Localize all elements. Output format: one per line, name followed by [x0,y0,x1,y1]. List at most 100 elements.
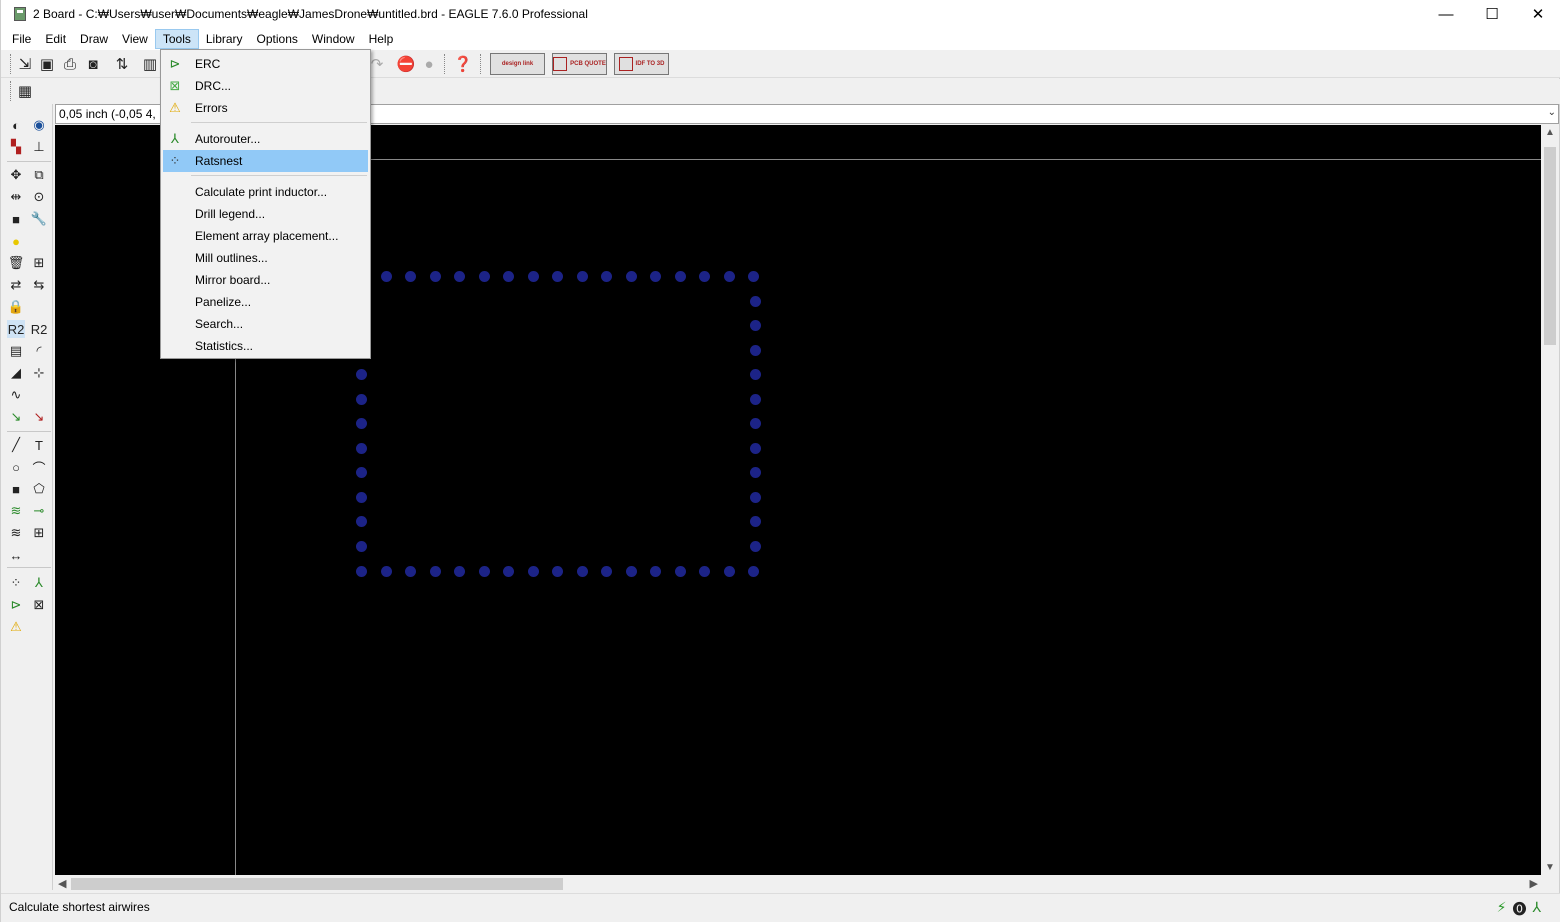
pad[interactable] [478,271,490,282]
miter-icon[interactable]: ◜ [30,342,48,360]
pad[interactable] [650,566,661,577]
cam-icon[interactable]: ◙ [83,54,103,74]
ripup-icon[interactable]: ↘ [30,408,48,426]
delete-icon[interactable]: 🗑 [7,254,25,272]
pad[interactable] [748,566,759,577]
dimension-icon[interactable]: ↔ [7,546,25,564]
rectangle-icon[interactable]: ■ [7,480,25,498]
menu-file[interactable]: File [5,29,38,49]
menu-view[interactable]: View [115,29,155,49]
pad[interactable] [552,566,563,577]
pad[interactable] [576,271,588,282]
pad[interactable] [723,271,735,282]
pad[interactable] [748,271,759,282]
copy-icon[interactable]: ⧉ [30,166,48,184]
pad[interactable] [478,566,490,577]
pad[interactable] [503,271,514,282]
mirror-icon[interactable]: ⇹ [7,188,25,206]
idf-to-3d-button[interactable]: IDF TO 3D [614,53,669,75]
menu-item-calculate-print-inductor[interactable]: Calculate print inductor... [163,181,368,203]
autorouter-status-icon[interactable]: ⅄ [1532,899,1541,919]
pad[interactable] [750,442,761,454]
menu-library[interactable]: Library [199,29,250,49]
toolbar-grip[interactable] [480,54,483,74]
pad[interactable] [674,271,686,282]
attribute-icon[interactable]: ⊞ [30,524,48,542]
polygon-icon[interactable]: ⬠ [30,480,48,498]
change-icon[interactable]: 🔧 [30,210,48,228]
toolbar-grip[interactable] [10,54,13,74]
pad[interactable] [454,271,465,282]
pad[interactable] [601,271,612,282]
pad[interactable] [356,566,367,577]
pad[interactable] [601,566,612,577]
print-icon[interactable]: ⎙ [60,54,80,74]
pad[interactable] [552,271,563,282]
pad[interactable] [356,418,367,429]
toolbar-grip[interactable] [10,81,13,101]
pcb-quote-button[interactable]: PCB QUOTE [552,53,607,75]
autorouter-tool-icon[interactable]: ⅄ [30,574,48,592]
replace-icon[interactable]: ⇄ [7,276,25,294]
pad[interactable] [527,566,539,577]
menu-item-mill-outlines[interactable]: Mill outlines... [163,247,368,269]
pad[interactable] [429,271,441,282]
menu-tools[interactable]: Tools [154,29,199,49]
pad[interactable] [429,566,441,577]
errors-tool-icon[interactable]: ⚠ [7,618,25,636]
circle-icon[interactable]: ○ [7,458,25,476]
pad[interactable] [356,540,367,552]
wire-icon[interactable]: ╱ [7,436,25,454]
add-icon[interactable]: ⊞ [30,254,48,272]
hole-icon[interactable]: ≋ [7,524,25,542]
go-icon[interactable]: ● [419,54,439,74]
layers-icon[interactable]: ▚ [7,138,25,156]
pad[interactable] [674,566,686,577]
erc-tool-icon[interactable]: ⊳ [7,596,25,614]
menu-draw[interactable]: Draw [73,29,115,49]
minimize-button[interactable]: — [1423,0,1469,28]
arc-icon[interactable]: ⌒ [30,458,48,476]
menu-item-search[interactable]: Search... [163,313,368,335]
pad[interactable] [527,271,539,282]
ratsnest-tool-icon[interactable]: ⁘ [7,574,25,592]
help-icon[interactable]: ❓ [453,54,473,74]
lock-icon[interactable]: 🔒 [7,298,25,316]
pad[interactable] [405,271,416,282]
horizontal-scroll-thumb[interactable] [71,878,563,890]
pad[interactable] [750,418,761,429]
vertical-scrollbar[interactable]: ▲ ▼ [1541,125,1559,875]
pad[interactable] [356,467,367,478]
pad[interactable] [750,295,761,307]
pad[interactable] [380,566,392,577]
scroll-down-icon[interactable]: ▼ [1545,862,1555,873]
menu-window[interactable]: Window [305,29,362,49]
menu-item-drill-legend[interactable]: Drill legend... [163,203,368,225]
menu-item-autorouter[interactable]: ⅄ Autorouter... [163,128,368,150]
chevron-down-icon[interactable]: ⌄ [1548,107,1556,118]
text-icon[interactable]: T [30,436,48,454]
via-icon[interactable]: ≋ [7,502,25,520]
pad[interactable] [750,344,761,356]
script-icon[interactable]: ▥ [140,54,160,74]
menu-item-errors[interactable]: ⚠ Errors [163,97,368,119]
value-icon[interactable]: R2 [30,320,48,338]
menu-item-erc[interactable]: ⊳ ERC [163,53,368,75]
pad[interactable] [699,271,710,282]
signal-icon[interactable]: ⊸ [30,502,48,520]
pad[interactable] [380,271,392,282]
pad[interactable] [576,566,588,577]
rotate-icon[interactable]: ⊙ [30,188,48,206]
menu-item-ratsnest[interactable]: ⁘ Ratsnest [163,150,368,172]
pad[interactable] [356,442,367,454]
pad[interactable] [750,393,761,405]
mark-icon[interactable]: ⊥ [30,138,48,156]
paste-icon[interactable]: ● [7,232,25,250]
pad[interactable] [356,516,367,527]
menu-item-element-array-placement[interactable]: Element array placement... [163,225,368,247]
pad[interactable] [356,393,367,405]
pad[interactable] [625,271,637,282]
pad[interactable] [750,540,761,552]
menu-options[interactable]: Options [250,29,305,49]
menu-edit[interactable]: Edit [38,29,73,49]
